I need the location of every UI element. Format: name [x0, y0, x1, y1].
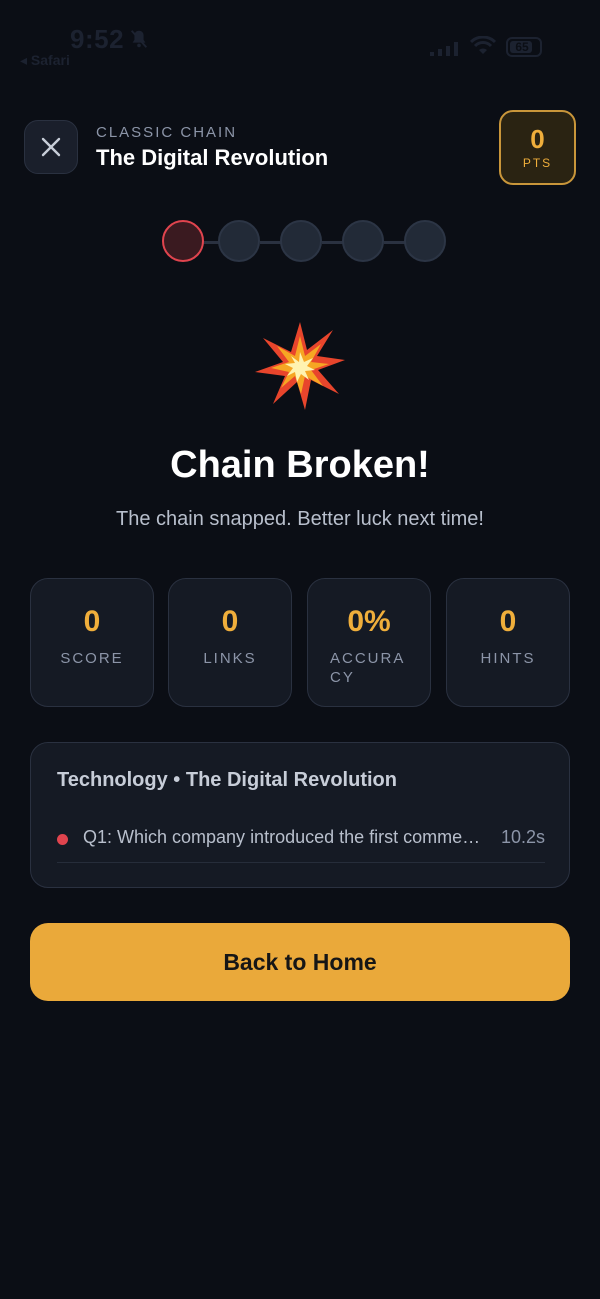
chain-node-3	[280, 220, 322, 262]
signal-icon	[430, 42, 458, 56]
stat-card-links: 0 LINKS	[168, 578, 292, 707]
question-time: 10.2s	[500, 827, 545, 847]
chain-node-2	[218, 220, 260, 262]
back-to-home-button[interactable]: Back to Home	[30, 923, 570, 1001]
points-value: 0	[530, 124, 545, 154]
stat-label: ACCURACY	[330, 650, 406, 686]
points-label: PTS	[522, 156, 553, 170]
chain-node-5	[404, 220, 446, 262]
chain-title: The Digital Revolution	[96, 145, 329, 170]
result-subtitle: The chain snapped. Better luck next time…	[116, 508, 484, 530]
status-bar: 9:52 ◂ Safari 65	[0, 22, 600, 72]
question-row[interactable]: Q1: Which company introduced the first c…	[57, 825, 545, 863]
battery-icon: 65	[506, 37, 542, 57]
stat-value: 0	[499, 605, 517, 638]
back-to-safari-link[interactable]: ◂ Safari	[20, 52, 70, 69]
question-text: Q1: Which company introduced the first c…	[83, 827, 483, 847]
close-button[interactable]	[24, 120, 78, 174]
battery-level: 65	[515, 40, 529, 54]
stat-label: HINTS	[480, 650, 536, 667]
stat-value: 0	[83, 605, 101, 638]
stat-label: SCORE	[60, 650, 124, 667]
close-icon	[41, 137, 61, 157]
chain-node-1	[162, 220, 204, 262]
stat-value: 0	[221, 605, 239, 638]
chain-progress	[162, 220, 448, 264]
wifi-icon	[470, 36, 496, 54]
stat-value: 0%	[347, 605, 391, 638]
wrong-status-dot	[57, 834, 68, 845]
header: CLASSIC CHAIN The Digital Revolution	[96, 124, 328, 171]
stat-card-hints: 0 HINTS	[446, 578, 570, 707]
chain-node-4	[342, 220, 384, 262]
question-summary-card: Technology • The Digital Revolution Q1: …	[30, 742, 570, 888]
bell-mute-icon	[130, 30, 148, 48]
explosion-icon	[255, 322, 345, 410]
stat-card-accuracy: 0% ACCURACY	[307, 578, 431, 707]
status-time: 9:52	[70, 24, 125, 54]
points-badge: 0 PTS	[499, 110, 576, 185]
mode-label: CLASSIC CHAIN	[96, 124, 238, 141]
stat-card-score: 0 SCORE	[30, 578, 154, 707]
summary-title: Technology • The Digital Revolution	[57, 769, 397, 791]
stat-label: LINKS	[203, 650, 257, 667]
result-title: Chain Broken!	[170, 444, 430, 486]
